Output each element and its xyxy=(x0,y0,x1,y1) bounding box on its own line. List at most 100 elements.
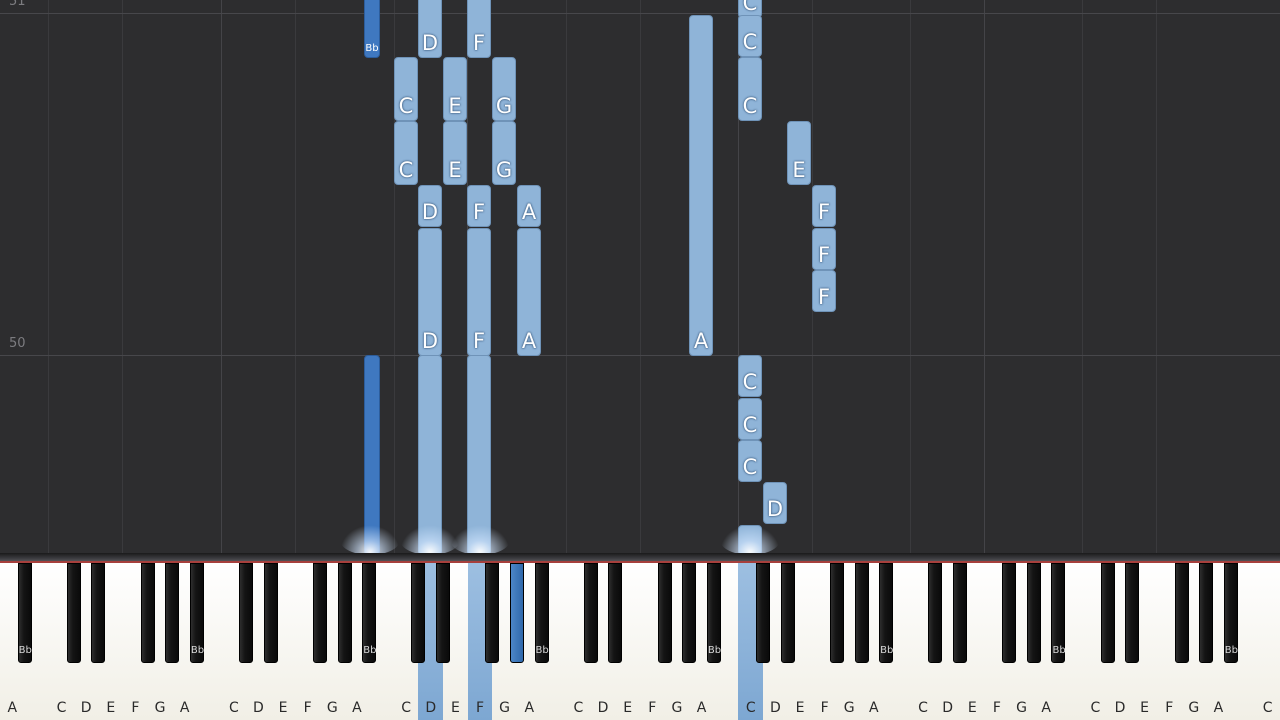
key-label: Bb xyxy=(363,645,377,656)
black-key[interactable]: Bb xyxy=(1223,563,1238,663)
black-key[interactable] xyxy=(829,563,844,663)
key-label: F xyxy=(992,700,1001,716)
measure-number: 51 xyxy=(9,0,26,9)
note-label: F xyxy=(472,329,486,353)
falling-note xyxy=(364,355,380,553)
black-key[interactable] xyxy=(411,563,426,663)
key-label: A xyxy=(179,700,190,716)
black-key[interactable]: Bb xyxy=(879,563,893,663)
black-key[interactable] xyxy=(509,563,524,663)
key-label: E xyxy=(1140,700,1150,716)
black-key[interactable] xyxy=(140,563,155,663)
measure-number: 50 xyxy=(9,336,26,351)
note-label: C xyxy=(742,455,758,479)
black-key[interactable] xyxy=(608,563,623,663)
falling-note: F xyxy=(467,185,491,227)
key-label: C xyxy=(1090,700,1101,716)
measure-line xyxy=(0,13,1280,14)
key-label: F xyxy=(475,700,485,716)
key-label: A xyxy=(869,700,879,716)
key-label: C xyxy=(228,700,239,716)
note-label: D xyxy=(421,200,439,224)
falling-note: D xyxy=(763,482,787,524)
black-key[interactable]: Bb xyxy=(706,563,721,663)
falling-note: C xyxy=(738,355,762,397)
black-key[interactable] xyxy=(313,563,327,663)
black-key[interactable] xyxy=(756,563,771,663)
key-label: C xyxy=(918,700,928,716)
key-hit-spark xyxy=(450,525,510,553)
key-label: G xyxy=(1016,700,1027,716)
falling-note xyxy=(418,355,442,553)
black-key[interactable] xyxy=(436,563,451,663)
grid-line xyxy=(1082,0,1083,553)
black-key[interactable] xyxy=(66,563,81,663)
black-key[interactable] xyxy=(485,563,500,663)
black-key[interactable] xyxy=(337,563,352,663)
black-key[interactable] xyxy=(263,563,278,663)
black-key[interactable]: Bb xyxy=(1051,563,1066,663)
note-label: C xyxy=(742,30,758,54)
key-hit-spark xyxy=(340,525,400,553)
black-key[interactable]: Bb xyxy=(362,563,376,663)
falling-note: C xyxy=(738,398,762,440)
key-label: Bb xyxy=(535,645,549,656)
falling-note: E xyxy=(443,57,467,121)
grid-line xyxy=(221,0,222,553)
key-label: C xyxy=(401,700,412,716)
key-label: A xyxy=(1213,700,1224,716)
falling-note: C xyxy=(394,121,418,185)
note-label: D xyxy=(421,329,439,353)
key-label: E xyxy=(967,700,977,716)
key-label: Bb xyxy=(1224,645,1238,656)
black-key[interactable] xyxy=(682,563,697,663)
grid-line xyxy=(122,0,123,553)
synthesia-player: 51 50 Bb D F C E G C E G D F A D F A A C C C E F F F C C C D ACDEFGA… xyxy=(0,0,1280,720)
black-key[interactable]: Bb xyxy=(17,563,32,663)
key-label: Bb xyxy=(1052,645,1066,656)
note-roll: 51 50 Bb D F C E G C E G D F A D F A A C C C E F F F C C C D xyxy=(0,0,1280,553)
falling-note: F xyxy=(812,228,836,270)
black-key[interactable] xyxy=(91,563,106,663)
black-key[interactable] xyxy=(165,563,180,663)
black-key[interactable] xyxy=(1026,563,1041,663)
black-key[interactable] xyxy=(239,563,254,663)
black-key[interactable] xyxy=(1125,563,1140,663)
black-key[interactable] xyxy=(780,563,795,663)
note-label: F xyxy=(472,200,486,224)
black-key[interactable] xyxy=(953,563,967,663)
black-key[interactable] xyxy=(1174,563,1189,663)
note-label: C xyxy=(742,0,758,15)
white-key[interactable]: C xyxy=(1255,563,1280,720)
black-key[interactable] xyxy=(1100,563,1115,663)
falling-note: C xyxy=(738,15,762,57)
note-label: F xyxy=(817,285,831,309)
key-label: A xyxy=(1041,700,1051,716)
key-label: G xyxy=(843,700,855,716)
black-key[interactable] xyxy=(583,563,598,663)
black-key[interactable]: Bb xyxy=(189,563,204,663)
note-label: C xyxy=(742,413,758,437)
black-key[interactable] xyxy=(1199,563,1214,663)
key-label: D xyxy=(942,700,954,716)
falling-note: F xyxy=(812,270,836,312)
black-key[interactable] xyxy=(928,563,943,663)
key-label: C xyxy=(573,700,584,716)
note-label: A xyxy=(521,329,537,353)
piano-keyboard[interactable]: ACDEFGACDEFGACDEFGACDEFGACDEFGACDEFGACDE… xyxy=(0,563,1280,720)
grid-line xyxy=(984,0,985,553)
black-key[interactable]: Bb xyxy=(534,563,549,663)
falling-note: G xyxy=(492,57,516,121)
key-label: Bb xyxy=(18,645,32,656)
falling-note: D xyxy=(418,0,442,58)
note-label: C xyxy=(398,94,414,118)
note-label: C xyxy=(742,94,758,118)
falling-note: F xyxy=(467,228,491,356)
note-label: F xyxy=(817,200,831,224)
black-key[interactable] xyxy=(1002,563,1017,663)
grid-line xyxy=(640,0,641,553)
falling-note: D xyxy=(418,185,442,227)
black-key[interactable] xyxy=(657,563,672,663)
key-label: F xyxy=(303,700,312,716)
black-key[interactable] xyxy=(854,563,869,663)
